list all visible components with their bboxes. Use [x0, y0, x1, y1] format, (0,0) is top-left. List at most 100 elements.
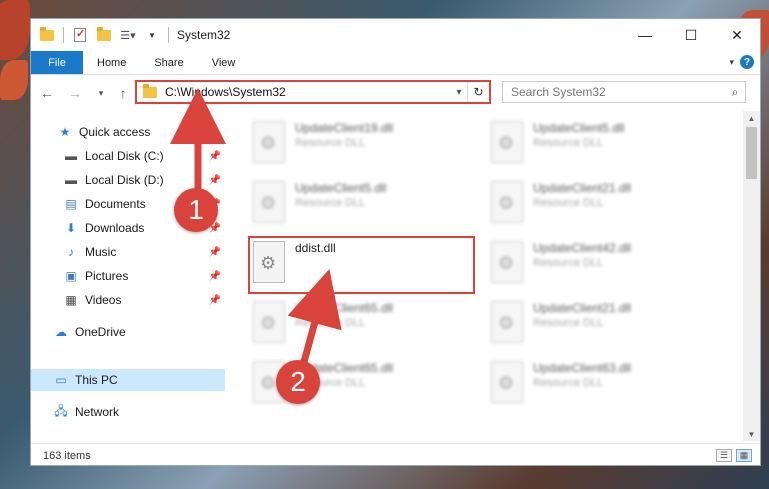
scrollbar-thumb[interactable]: [746, 127, 757, 179]
file-type: Resource DLL: [533, 197, 604, 209]
file-item[interactable]: UpdateClient5.dll Resource DLL: [249, 177, 479, 233]
sidebar-item-label: Network: [75, 405, 120, 419]
dll-file-icon: [491, 361, 523, 403]
cloud-icon: ☁: [55, 325, 67, 339]
forward-arrow-icon[interactable]: →: [67, 84, 83, 102]
search-input[interactable]: Search System32 ⌕: [502, 81, 746, 103]
search-icon[interactable]: ⌕: [725, 85, 745, 100]
minimize-button[interactable]: ―: [622, 19, 668, 51]
ribbon-tabs: File Home Share View ▾ ?: [31, 51, 760, 75]
file-item[interactable]: UpdateClient19.dll Resource DLL: [249, 117, 479, 173]
sidebar-item-label: Local Disk (D:): [85, 173, 164, 187]
dll-file-icon: [491, 121, 523, 163]
navigation-pane: ★ Quick access ▬ Local Disk (C:) 📌 ▬ Loc…: [31, 111, 225, 441]
vertical-scrollbar[interactable]: ▲ ▼: [743, 111, 760, 441]
ribbon-right: ▾ ?: [729, 55, 754, 69]
music-icon: ♪: [68, 245, 74, 259]
tab-view[interactable]: View: [198, 51, 250, 74]
highlight-box: [248, 236, 475, 294]
file-type: Resource DLL: [295, 137, 366, 149]
sidebar-item-music[interactable]: ♪ Music 📌: [31, 241, 225, 263]
file-name: UpdateClient19.dll: [295, 121, 394, 135]
view-switcher: ☰ ▦: [716, 449, 752, 462]
dll-file-icon: [253, 181, 285, 223]
file-name: UpdateClient5.dll: [533, 121, 625, 135]
sidebar-item-network[interactable]: 🖧 Network: [31, 401, 225, 423]
scroll-up-icon[interactable]: ▲: [743, 111, 760, 125]
sidebar-item-pictures[interactable]: ▣ Pictures 📌: [31, 265, 225, 287]
sidebar-item-label: Downloads: [85, 221, 145, 235]
search-placeholder[interactable]: Search System32: [511, 85, 725, 99]
pin-icon[interactable]: 📌: [209, 175, 221, 186]
file-name: UpdateClient21.dll: [533, 181, 632, 195]
step-2-callout: 2: [276, 360, 320, 404]
file-name: UpdateClient42.dll: [533, 241, 632, 255]
dll-file-icon: [253, 121, 285, 163]
pin-icon[interactable]: 📌: [209, 295, 221, 306]
dll-file-icon: [491, 301, 523, 343]
divider: [168, 27, 169, 43]
file-type: Resource DLL: [295, 317, 366, 329]
customize-toolbar-icon[interactable]: ☰▾: [120, 27, 136, 43]
file-name: UpdateClient65.dll: [295, 301, 394, 315]
file-item[interactable]: UpdateClient5.dll Resource DLL: [487, 117, 717, 173]
pin-icon[interactable]: 📌: [209, 247, 221, 258]
maximize-button[interactable]: ☐: [668, 19, 714, 51]
sidebar-item-label: Music: [85, 245, 117, 259]
tab-file[interactable]: File: [31, 51, 83, 74]
pin-icon[interactable]: 📌: [209, 151, 221, 162]
sidebar-item-videos[interactable]: ▦ Videos 📌: [31, 289, 225, 311]
file-name: UpdateClient21.dll: [533, 301, 632, 315]
sidebar-item-onedrive[interactable]: ☁ OneDrive: [31, 321, 225, 343]
dll-file-icon: [253, 301, 285, 343]
refresh-icon[interactable]: ↻: [467, 82, 489, 102]
folder-icon: [143, 83, 157, 98]
expand-ribbon-icon[interactable]: ▾: [729, 57, 734, 68]
address-bar[interactable]: C:\Windows\System32 ▾ ↻: [135, 80, 491, 104]
sidebar-item-label: Quick access: [79, 125, 151, 139]
properties-icon[interactable]: [72, 27, 88, 43]
drive-icon: ▬: [65, 149, 77, 163]
up-arrow-icon[interactable]: ↑: [115, 84, 131, 102]
dll-file-icon: [491, 181, 523, 223]
tab-share[interactable]: Share: [140, 51, 197, 74]
file-name: UpdateClient63.dll: [533, 361, 632, 375]
network-icon: 🖧: [54, 403, 68, 418]
sidebar-item-this-pc[interactable]: ▭ This PC: [31, 369, 225, 391]
new-folder-icon[interactable]: [96, 26, 112, 43]
title-bar: ☰▾ ▾ System32 ― ☐ ✕: [31, 19, 760, 51]
file-item[interactable]: UpdateClient65.dll Resource DLL: [249, 297, 479, 353]
drive-icon: ▬: [65, 173, 77, 187]
file-item[interactable]: UpdateClient42.dll Resource DLL: [487, 237, 717, 293]
back-arrow-icon[interactable]: ←: [39, 84, 55, 102]
window-controls: ― ☐ ✕: [622, 19, 760, 51]
chevron-down-icon[interactable]: ▾: [144, 27, 160, 43]
sidebar-item-local-disk-c[interactable]: ▬ Local Disk (C:) 📌: [31, 145, 225, 167]
item-count: 163 items: [43, 449, 91, 462]
recent-locations-chevron-icon[interactable]: ▾: [93, 84, 109, 102]
large-icons-view-icon[interactable]: ▦: [736, 449, 752, 462]
videos-icon: ▦: [65, 293, 77, 307]
help-icon[interactable]: ?: [740, 55, 754, 69]
sidebar-item-label: Pictures: [85, 269, 129, 283]
documents-icon: ▤: [65, 197, 77, 211]
sidebar-item-label: OneDrive: [75, 325, 126, 339]
tab-home[interactable]: Home: [83, 51, 140, 74]
pin-icon[interactable]: 📌: [209, 271, 221, 282]
file-item[interactable]: UpdateClient21.dll Resource DLL: [487, 297, 717, 353]
file-item[interactable]: UpdateClient21.dll Resource DLL: [487, 177, 717, 233]
file-name: UpdateClient5.dll: [295, 181, 387, 195]
chevron-down-icon[interactable]: ▾: [451, 87, 467, 98]
scroll-down-icon[interactable]: ▼: [743, 427, 760, 441]
file-type: Resource DLL: [533, 377, 604, 389]
close-button[interactable]: ✕: [714, 19, 760, 51]
file-type: Resource DLL: [533, 257, 604, 269]
sidebar-item-quick-access[interactable]: ★ Quick access: [31, 121, 225, 143]
address-path[interactable]: C:\Windows\System32: [165, 85, 451, 99]
details-view-icon[interactable]: ☰: [716, 449, 732, 462]
sidebar-item-label: Videos: [85, 293, 122, 307]
file-item[interactable]: UpdateClient63.dll Resource DLL: [487, 357, 717, 413]
computer-icon: ▭: [55, 373, 67, 387]
window-title: System32: [177, 28, 231, 42]
background-leaf: [0, 0, 30, 60]
